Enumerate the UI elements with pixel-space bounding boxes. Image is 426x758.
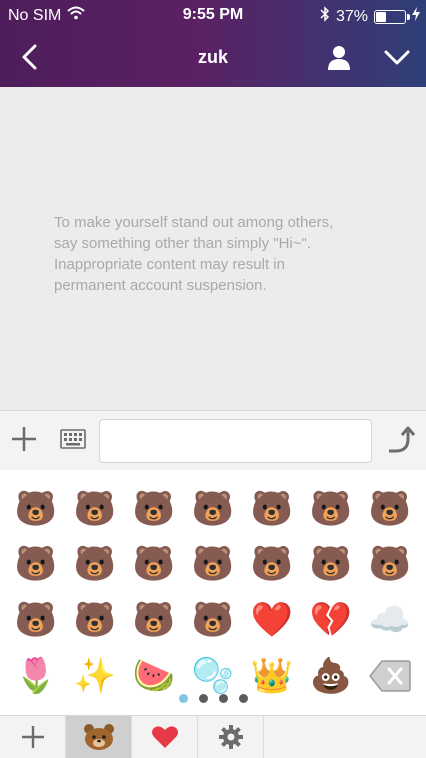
page-dot[interactable]: [178, 694, 188, 703]
page-title: zuk: [197, 47, 228, 67]
send-arrow-icon: [389, 426, 416, 453]
bear-sticker[interactable]: 🐻: [12, 541, 60, 587]
bear-icon: [83, 724, 114, 750]
bear-sticker[interactable]: 🐻: [71, 486, 119, 532]
notice-line: say something other than simply "Hi~".: [54, 235, 312, 252]
chat-area[interactable]: To make yourself stand out among others,…: [0, 87, 426, 410]
bear-sticker[interactable]: 🐻: [366, 486, 414, 532]
chat-notice: To make yourself stand out among others,…: [54, 212, 384, 296]
nav-bar: zuk: [0, 30, 426, 87]
gear-icon: [218, 725, 243, 749]
sticker-tabs: [0, 715, 426, 758]
input-bar: [0, 410, 426, 471]
heart-icon: [151, 726, 178, 748]
status-bar: No SIM 9:55 PM 37%: [0, 0, 426, 30]
bear-sticker[interactable]: 🐻: [12, 597, 60, 643]
bear-sticker[interactable]: 🐻: [71, 597, 119, 643]
battery-fill: [376, 11, 386, 22]
crown-sticker[interactable]: 👑: [248, 653, 296, 699]
heart-sticker[interactable]: ❤️: [248, 597, 296, 643]
backspace-icon: [369, 660, 411, 692]
bear-sticker[interactable]: 🐻: [130, 597, 178, 643]
tab-favorites[interactable]: [132, 716, 198, 758]
page-dot[interactable]: [198, 694, 208, 703]
watermelon-sticker[interactable]: 🍉: [130, 653, 178, 699]
bear-sticker[interactable]: 🐻: [307, 486, 355, 532]
bear-sticker[interactable]: 🐻: [366, 541, 414, 587]
sparkles-sticker[interactable]: ✨: [71, 653, 119, 699]
bear-sticker[interactable]: 🐻: [130, 486, 178, 532]
charging-icon: [412, 7, 420, 26]
expand-button[interactable]: [380, 40, 414, 74]
notice-line: Inappropriate content may result in: [54, 256, 285, 273]
send-button[interactable]: [386, 425, 416, 455]
keyboard-button[interactable]: [60, 429, 86, 449]
bluetooth-icon: [320, 6, 330, 27]
bubble-sticker[interactable]: 🫧: [189, 653, 237, 699]
broken-heart-sticker[interactable]: 💔: [307, 597, 355, 643]
bear-sticker[interactable]: 🐻: [71, 541, 119, 587]
profile-button[interactable]: [322, 40, 356, 74]
emoji-panel: 🐻 🐻 🐻 🐻 🐻 🐻 🐻 🐻 🐻 🐻 🐻 🐻 🐻 🐻 🐻 🐻 🐻 🐻 ❤️ 💔…: [0, 470, 426, 715]
page-dot[interactable]: [238, 694, 248, 703]
bear-sticker[interactable]: 🐻: [130, 541, 178, 587]
bear-sticker[interactable]: 🐻: [189, 486, 237, 532]
bear-sticker[interactable]: 🐻: [189, 541, 237, 587]
notice-line: permanent account suspension.: [54, 277, 267, 294]
bear-sticker[interactable]: 🐻: [248, 486, 296, 532]
page-indicator: [0, 694, 426, 704]
tab-add-stickers[interactable]: [0, 716, 66, 758]
bear-sticker[interactable]: 🐻: [248, 541, 296, 587]
plus-icon: [21, 726, 44, 748]
battery-icon: [374, 9, 410, 24]
bear-sticker[interactable]: 🐻: [12, 486, 60, 532]
bear-sticker[interactable]: 🐻: [307, 541, 355, 587]
flower-sticker[interactable]: 🌷: [12, 653, 60, 699]
delete-button[interactable]: [366, 653, 414, 699]
user-icon: [328, 46, 350, 70]
notice-line: To make yourself stand out among others,: [54, 214, 334, 231]
tab-settings[interactable]: [198, 716, 264, 758]
header: No SIM 9:55 PM 37% zuk: [0, 0, 426, 87]
message-input[interactable]: [99, 419, 372, 463]
poop-sticker[interactable]: 💩: [307, 653, 355, 699]
battery-percent: 37%: [335, 7, 368, 25]
page-dot[interactable]: [218, 694, 228, 703]
keyboard-icon: [60, 429, 86, 449]
chevron-down-icon: [384, 50, 410, 65]
cloud-sticker[interactable]: ☁️: [366, 597, 414, 643]
plus-icon: [12, 427, 36, 451]
bear-sticker[interactable]: 🐻: [189, 597, 237, 643]
tab-bear-stickers[interactable]: [66, 716, 132, 758]
attach-button[interactable]: [10, 425, 38, 453]
